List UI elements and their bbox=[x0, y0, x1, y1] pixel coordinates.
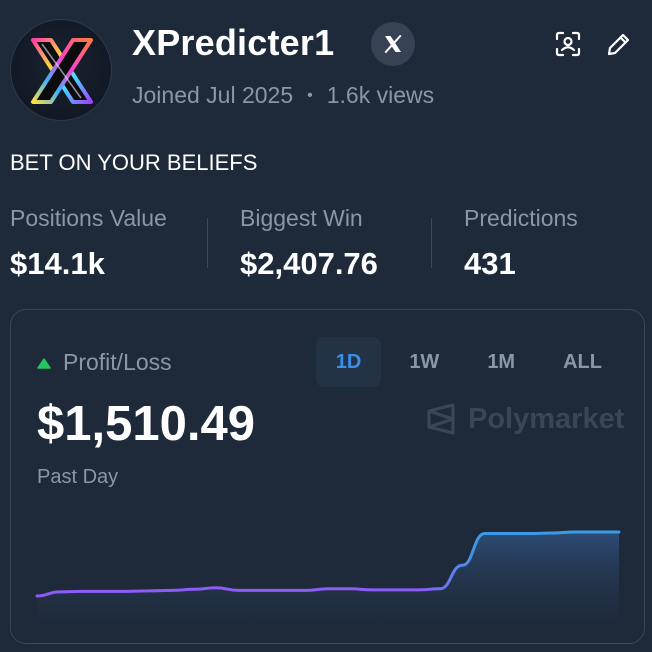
username: XPredicter1 bbox=[132, 22, 335, 63]
profile-meta: Joined Jul 2025 • 1.6k views bbox=[132, 82, 434, 109]
stat-value: $2,407.76 bbox=[240, 246, 378, 281]
profit-loss-header: Profit/Loss bbox=[37, 349, 172, 376]
stat-label: Predictions bbox=[464, 205, 578, 231]
stat-biggest-win: Biggest Win $2,407.76 bbox=[240, 205, 378, 282]
profile-bio: BET ON YOUR BELIEFS bbox=[10, 150, 258, 175]
meta-separator: • bbox=[307, 86, 313, 104]
stat-predictions: Predictions 431 bbox=[464, 205, 578, 282]
profit-loss-card: Profit/Loss 1D 1W 1M ALL $1,510.49 Past … bbox=[10, 309, 645, 644]
polymarket-logo-icon bbox=[427, 403, 455, 435]
stat-divider bbox=[207, 218, 208, 268]
tab-all[interactable]: ALL bbox=[543, 337, 622, 387]
polymarket-watermark: Polymarket bbox=[426, 402, 624, 436]
pnl-chart bbox=[35, 530, 621, 643]
stat-label: Positions Value bbox=[10, 205, 167, 231]
pencil-icon bbox=[607, 33, 630, 56]
edit-profile-button[interactable] bbox=[605, 30, 633, 58]
profit-loss-value: $1,510.49 bbox=[37, 397, 255, 451]
timeframe-tabs: 1D 1W 1M ALL bbox=[308, 337, 622, 387]
profile-page: XPredicter1 Joined Jul 2025 • 1.6k views… bbox=[0, 0, 652, 652]
avatar[interactable] bbox=[10, 19, 112, 121]
stat-value: $14.1k bbox=[10, 246, 105, 281]
face-scan-icon bbox=[555, 31, 581, 57]
tab-1w[interactable]: 1W bbox=[389, 337, 459, 387]
profit-loss-label: Profit/Loss bbox=[63, 349, 172, 375]
face-scan-button[interactable] bbox=[554, 30, 582, 58]
avatar-x-logo bbox=[31, 38, 93, 104]
view-count: 1.6k views bbox=[326, 82, 435, 108]
period-label: Past Day bbox=[37, 466, 119, 488]
stat-value: 431 bbox=[464, 246, 516, 281]
tab-1d[interactable]: 1D bbox=[315, 337, 382, 387]
x-profile-link[interactable] bbox=[371, 22, 415, 66]
brand-name: Polymarket bbox=[468, 402, 625, 435]
stat-positions-value: Positions Value $14.1k bbox=[10, 205, 167, 282]
stat-divider bbox=[431, 218, 432, 268]
triangle-up-icon bbox=[37, 358, 51, 369]
tab-1m[interactable]: 1M bbox=[467, 337, 535, 387]
joined-date: Joined Jul 2025 bbox=[132, 82, 294, 108]
x-logo-icon bbox=[384, 35, 402, 53]
stat-label: Biggest Win bbox=[240, 205, 363, 231]
